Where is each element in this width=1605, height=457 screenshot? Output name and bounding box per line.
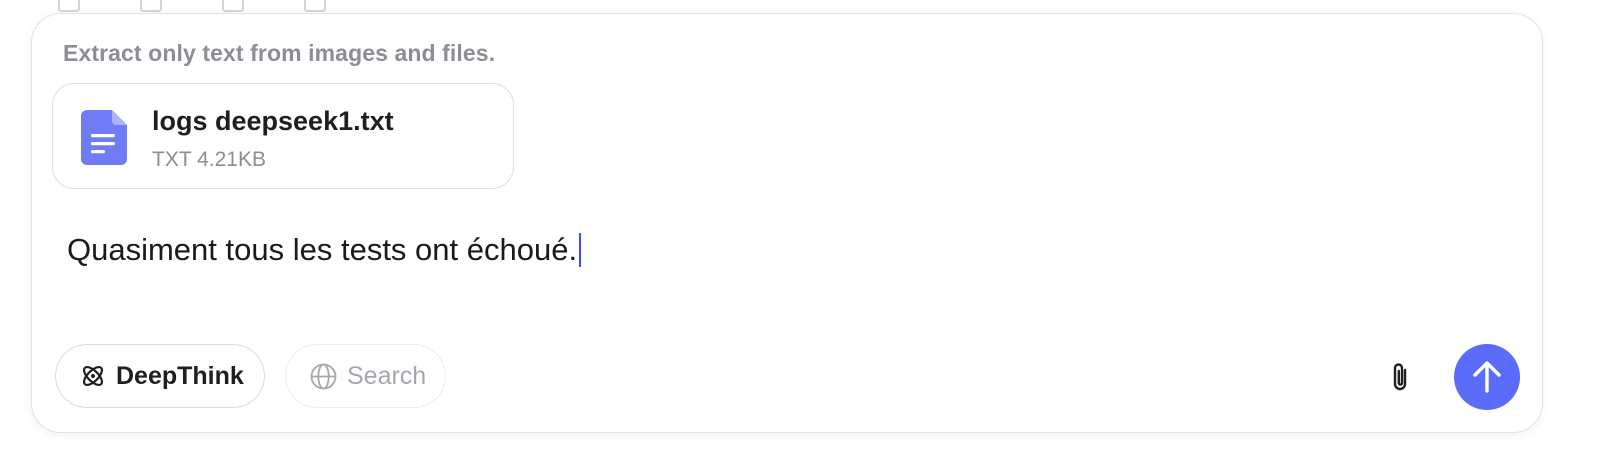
ghost-icon — [58, 0, 80, 12]
toolbar-remnants — [58, 0, 326, 14]
document-icon — [81, 110, 127, 165]
attachment-hint: Extract only text from images and files. — [63, 40, 496, 66]
attachment-card[interactable]: logs deepseek1.txt TXT 4.21KB — [52, 83, 514, 189]
attachment-meta: TXT 4.21KB — [152, 148, 267, 171]
ghost-icon — [140, 0, 162, 12]
search-label: Search — [347, 361, 427, 390]
send-button[interactable] — [1454, 344, 1520, 410]
paperclip-icon — [1393, 363, 1407, 391]
message-text: Quasiment tous les tests ont échoué. — [67, 232, 578, 267]
ghost-icon — [304, 0, 326, 12]
chat-input-screen: Extract only text from images and files.… — [0, 0, 1605, 457]
search-button[interactable]: Search — [285, 344, 446, 408]
arrow-up-icon — [1473, 361, 1501, 393]
message-input[interactable]: Quasiment tous les tests ont échoué. — [67, 232, 582, 268]
attach-file-button[interactable] — [1382, 358, 1418, 398]
text-caret — [579, 233, 582, 267]
ghost-icon — [222, 0, 244, 12]
globe-icon — [310, 363, 337, 389]
message-composer: Extract only text from images and files.… — [31, 13, 1543, 433]
atom-icon — [82, 365, 104, 387]
deepthink-label: DeepThink — [116, 361, 244, 390]
deepthink-button[interactable]: DeepThink — [55, 344, 265, 408]
attachment-filename: logs deepseek1.txt — [152, 106, 394, 136]
